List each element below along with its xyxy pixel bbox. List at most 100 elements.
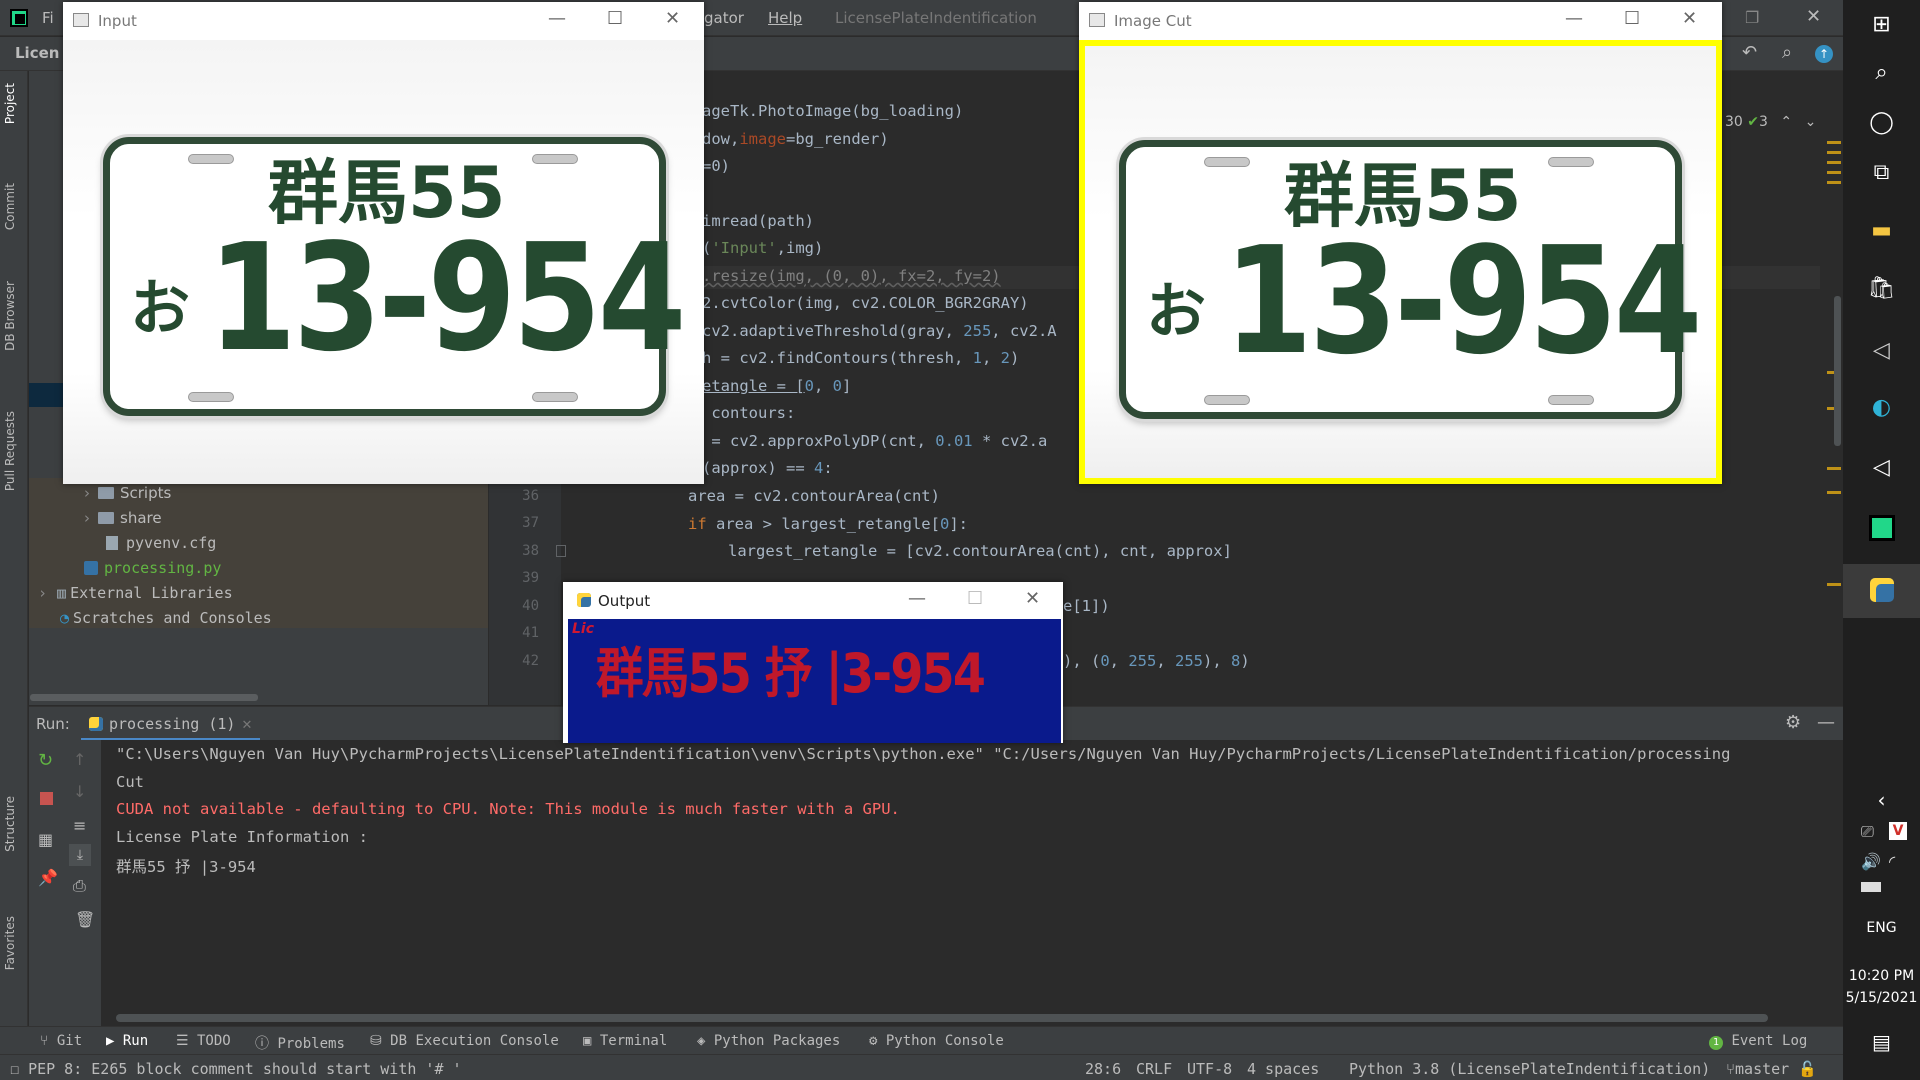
caret-position[interactable]: 28:6: [1085, 1060, 1121, 1078]
undo-icon[interactable]: ↶: [1742, 42, 1757, 63]
tab-git[interactable]: ⑂ Git: [40, 1033, 82, 1049]
wifi-icon[interactable]: ◜: [1889, 852, 1895, 871]
settings-gear-icon[interactable]: ⚙: [1785, 712, 1801, 733]
python-interpreter[interactable]: Python 3.8 (LicensePlateIndentification): [1349, 1060, 1710, 1078]
tree-item-external-libraries[interactable]: › ▥ External Libraries: [38, 584, 233, 602]
console-horizontal-scrollbar[interactable]: [116, 1014, 1768, 1022]
close-tab-icon[interactable]: ✕: [241, 718, 252, 733]
restore-icon[interactable]: ❐: [1745, 8, 1759, 27]
tree-item-share[interactable]: › share: [84, 509, 162, 527]
store-icon[interactable]: 🛍: [1843, 276, 1920, 301]
language-indicator[interactable]: ENG: [1843, 920, 1920, 936]
run-tab[interactable]: processing (1) ✕: [81, 707, 261, 741]
down-arrow-icon[interactable]: ↓: [73, 782, 86, 801]
tab-python-packages[interactable]: ◈ Python Packages: [697, 1033, 840, 1049]
stop-icon[interactable]: [40, 792, 53, 805]
minimize-icon[interactable]: —: [1565, 8, 1583, 29]
chevron-up-icon[interactable]: ⌃: [1780, 114, 1792, 130]
file-explorer-icon[interactable]: ▬: [1843, 218, 1920, 243]
close-icon[interactable]: ✕: [665, 8, 680, 29]
horizontal-scrollbar[interactable]: [30, 694, 258, 701]
tab-todo[interactable]: ☰ TODO: [176, 1033, 231, 1049]
tab-run[interactable]: ▶ Run: [106, 1033, 148, 1049]
plate-slot: [532, 154, 578, 164]
tab-db-execution-console[interactable]: ⛁ DB Execution Console: [370, 1033, 559, 1049]
scroll-to-end-icon[interactable]: ⤓: [69, 844, 91, 866]
menu-help[interactable]: Help: [768, 9, 802, 27]
edge-icon[interactable]: ◐: [1843, 395, 1920, 420]
event-log[interactable]: 1 Event Log: [1709, 1033, 1807, 1050]
tab-terminal[interactable]: ▣ Terminal: [583, 1033, 667, 1049]
inspection-widget[interactable]: 30 ✔3 ⌃ ⌄: [1725, 114, 1816, 130]
clock-time[interactable]: 10:20 PM: [1843, 968, 1920, 984]
clock-date[interactable]: 5/15/2021: [1843, 990, 1920, 1006]
search-icon[interactable]: ⌕: [1782, 42, 1792, 63]
fold-marker-icon[interactable]: [556, 545, 566, 557]
chevron-left-icon[interactable]: ‹: [1843, 788, 1920, 812]
search-icon[interactable]: ⌕: [1843, 60, 1920, 85]
window-title-bar[interactable]: Image Cut — ☐ ✕: [1079, 2, 1722, 40]
tree-item-scratches[interactable]: ◔ Scratches and Consoles: [60, 609, 272, 627]
tree-item-scripts[interactable]: › Scripts: [84, 484, 171, 502]
windows-start-icon[interactable]: ⊞: [1843, 12, 1920, 37]
menu-navigate[interactable]: gator: [704, 9, 744, 27]
python-taskbar-icon[interactable]: [1843, 564, 1920, 618]
close-icon[interactable]: ✕: [1682, 8, 1697, 29]
battery-icon[interactable]: [1861, 882, 1881, 892]
tool-structure[interactable]: Structure: [3, 796, 17, 852]
minimize-panel-icon[interactable]: —: [1817, 712, 1835, 733]
tool-pull-requests[interactable]: Pull Requests: [3, 411, 17, 491]
vivaldi-icon[interactable]: V: [1889, 822, 1907, 840]
indent-setting[interactable]: 4 spaces: [1247, 1060, 1319, 1078]
maximize-icon[interactable]: ☐: [607, 8, 623, 29]
up-arrow-icon[interactable]: ↑: [73, 750, 86, 769]
close-icon[interactable]: ✕: [1025, 588, 1040, 609]
soft-wrap-icon[interactable]: ≡: [73, 816, 86, 835]
rerun-icon[interactable]: ↻: [38, 750, 53, 771]
maximize-icon[interactable]: ☐: [967, 588, 983, 609]
line-separator[interactable]: CRLF: [1136, 1060, 1172, 1078]
windows-taskbar: ⊞ ⌕ ◯ ⧉ ▬ 🛍 ◁ ◐ ◁ ‹ ⎚ V 🔊 ◜ ENG 10:20 PM…: [1843, 0, 1920, 1080]
trash-icon[interactable]: 🗑: [75, 910, 95, 929]
window-title-bar[interactable]: Output — ☐ ✕: [563, 582, 1063, 619]
menu-file[interactable]: Fi: [42, 9, 54, 27]
meet-icon[interactable]: ⎚: [1861, 822, 1874, 842]
code-line: ('Input',img): [702, 239, 824, 257]
tree-item-pyvenv[interactable]: pyvenv.cfg: [106, 534, 216, 552]
maximize-icon[interactable]: ☐: [1624, 8, 1640, 29]
warning-marker: [1827, 151, 1841, 154]
breadcrumb-project[interactable]: Licen: [15, 44, 59, 62]
list-icon: ☰: [176, 1033, 197, 1049]
layout-icon[interactable]: ▦: [38, 830, 53, 849]
tool-favorites[interactable]: Favorites: [3, 916, 17, 970]
pin-icon[interactable]: 📌: [38, 868, 58, 887]
visual-studio-icon[interactable]: ◁: [1843, 338, 1920, 363]
notifications-icon[interactable]: ▤: [1843, 1030, 1920, 1054]
tool-db-browser[interactable]: DB Browser: [3, 281, 17, 351]
tree-item-label: External Libraries: [70, 584, 233, 602]
chevron-down-icon[interactable]: ⌄: [1805, 114, 1817, 130]
run-console[interactable]: [101, 740, 1843, 1026]
close-icon[interactable]: ✕: [1806, 6, 1821, 27]
output-plate-text: 群馬55 抒 |3-954: [596, 642, 986, 705]
tab-python-console[interactable]: ⚙ Python Console: [869, 1033, 1004, 1049]
tool-project[interactable]: Project: [3, 83, 17, 124]
editor-scrollbar-thumb[interactable]: [1834, 296, 1841, 446]
git-branch[interactable]: ⑂master 🔓: [1726, 1060, 1817, 1078]
tab-problems[interactable]: ⓘ Problems: [255, 1033, 345, 1053]
minimize-icon[interactable]: —: [548, 8, 566, 29]
minimize-icon[interactable]: —: [908, 588, 926, 609]
volume-icon[interactable]: 🔊: [1861, 852, 1881, 871]
file-encoding[interactable]: UTF-8: [1187, 1060, 1232, 1078]
console-line: License Plate Information :: [116, 828, 368, 846]
task-view-icon[interactable]: ⧉: [1843, 160, 1920, 185]
update-icon[interactable]: ↑: [1815, 45, 1833, 63]
tool-commit[interactable]: Commit: [3, 183, 17, 230]
tree-item-processing[interactable]: processing.py: [84, 559, 221, 577]
cortana-icon[interactable]: ◯: [1843, 110, 1920, 135]
pycharm-taskbar-icon[interactable]: [1869, 515, 1895, 541]
print-icon[interactable]: ⎙: [73, 876, 86, 896]
window-title-bar[interactable]: Input — ☐ ✕: [63, 2, 704, 40]
unity-icon[interactable]: ◁: [1843, 455, 1920, 480]
editor-error-stripe[interactable]: [1820, 71, 1843, 705]
